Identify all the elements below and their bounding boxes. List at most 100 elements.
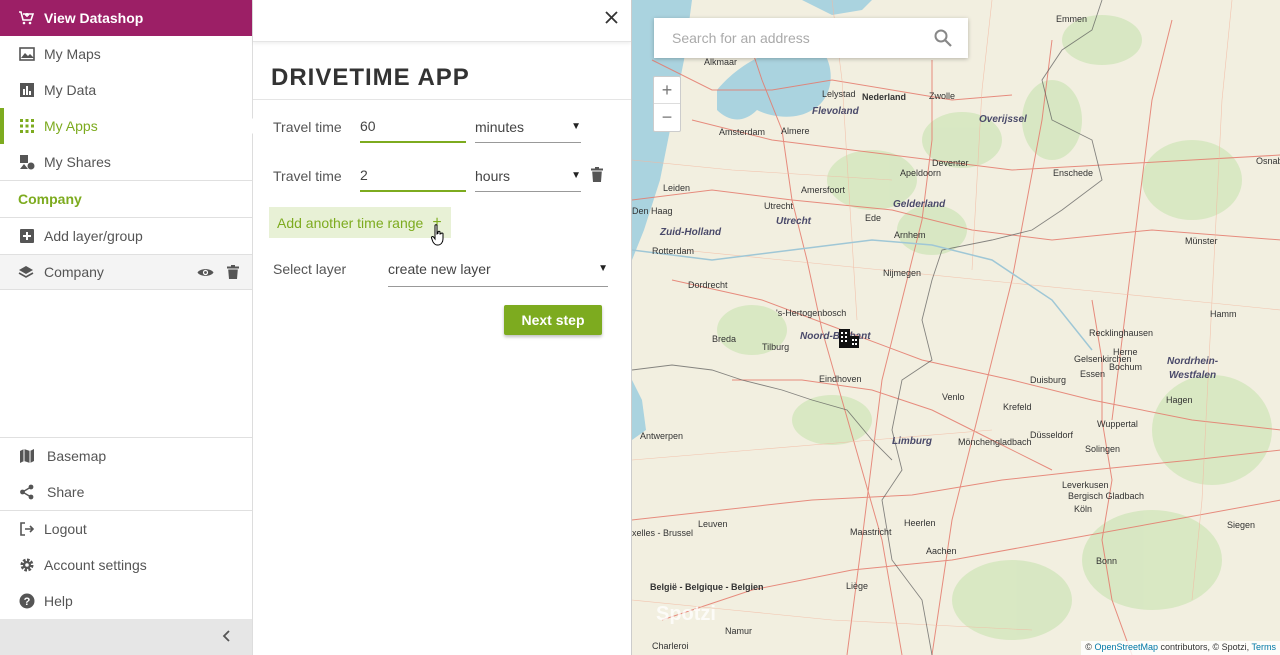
caret-down-icon: ▼ — [571, 121, 581, 132]
bar-chart-icon — [18, 81, 36, 99]
travel-time-row: Travel time minutes ▼ — [273, 111, 581, 143]
map-label: xelles - Brussel — [632, 528, 694, 538]
map-label: Leiden — [663, 183, 691, 193]
layer-select-value: create new layer — [388, 260, 491, 277]
map-label: Almere — [781, 126, 810, 136]
help-label: Help — [44, 593, 73, 609]
map-label: Amsterdam — [719, 127, 766, 137]
map-label: Zwolle — [929, 91, 956, 101]
layer-select[interactable]: create new layer ▼ — [388, 251, 608, 287]
add-layer-group-label: Add layer/group — [44, 228, 143, 244]
spotzi-watermark: Spotzi — [656, 603, 716, 625]
shares-icon — [18, 153, 36, 171]
map-label: Maastricht — [850, 527, 892, 537]
map-label: Münster — [1185, 236, 1218, 246]
select-layer-row: Select layer create new layer ▼ — [273, 251, 608, 287]
map-label: Utrecht — [764, 201, 794, 211]
delete-time-range-button[interactable] — [591, 167, 607, 185]
map-label: Osnabrü — [1256, 156, 1280, 166]
map-label: 's-Hertogenbosch — [776, 308, 847, 318]
map-label: Eindhoven — [819, 374, 862, 384]
next-step-button[interactable]: Next step — [504, 305, 602, 335]
map-label: Westfalen — [1169, 370, 1217, 381]
map-background — [632, 0, 1280, 655]
map-label: Den Haag — [632, 206, 673, 216]
layer-row-company[interactable]: Company — [0, 254, 252, 290]
travel-time-input[interactable] — [360, 111, 466, 143]
logout-button[interactable]: Logout — [0, 511, 252, 547]
eye-icon[interactable] — [196, 263, 214, 281]
trash-icon[interactable] — [224, 263, 242, 281]
nav-my-apps[interactable]: My Apps — [0, 108, 253, 144]
select-layer-label: Select layer — [273, 261, 347, 277]
add-time-range-button[interactable]: Add another time range + — [269, 207, 451, 238]
zoom-control: + − — [653, 76, 681, 132]
map-label: Bonn — [1096, 556, 1118, 566]
logout-icon — [18, 520, 36, 538]
building-marker-icon[interactable] — [838, 327, 860, 349]
trash-icon — [591, 167, 603, 182]
search-icon[interactable] — [934, 29, 956, 47]
time-unit-select[interactable]: minutes ▼ — [475, 111, 581, 143]
logout-label: Logout — [44, 521, 87, 537]
map-label: Utrecht — [776, 216, 812, 227]
drivetime-panel: DRIVETIME APP Travel time minutes ▼ Trav… — [253, 0, 631, 655]
map-label: Heerlen — [904, 518, 936, 528]
travel-time-label: Travel time — [273, 168, 342, 184]
basemap-button[interactable]: Basemap — [0, 438, 252, 474]
map-label: Ede — [865, 213, 882, 223]
map-label: Aachen — [926, 546, 957, 556]
travel-time-input[interactable] — [360, 160, 466, 192]
map-attribution: © OpenStreetMap contributors, © Spotzi, … — [1081, 641, 1280, 655]
map-label: Bergisch Gladbach — [1068, 491, 1145, 501]
add-layer-group-button[interactable]: Add layer/group — [0, 218, 252, 254]
close-panel-button[interactable] — [601, 9, 621, 29]
apps-grid-icon — [18, 117, 36, 135]
map-label: Deventer — [932, 158, 969, 168]
osm-link[interactable]: OpenStreetMap — [1094, 642, 1158, 652]
share-label: Share — [47, 484, 85, 500]
map-label: Amersfoort — [801, 185, 846, 195]
map-view[interactable]: Emmen Alkmaar Lelystad Nederland Zwolle … — [631, 0, 1280, 655]
address-search — [654, 18, 968, 58]
layers-icon — [18, 263, 36, 281]
nav-my-maps[interactable]: My Maps — [0, 36, 252, 72]
zoom-out-button[interactable]: − — [654, 104, 680, 131]
caret-down-icon: ▼ — [571, 170, 581, 181]
map-label: Köln — [1074, 504, 1093, 514]
group-title: Company — [18, 191, 82, 207]
add-time-range-label: Add another time range — [277, 214, 424, 231]
map-label: Bochum — [1109, 362, 1143, 372]
nav-my-shares[interactable]: My Shares — [0, 144, 252, 180]
maps-icon — [18, 45, 36, 63]
account-settings-label: Account settings — [44, 557, 147, 573]
travel-time-label: Travel time — [273, 119, 342, 135]
map-label: Enschede — [1053, 168, 1094, 178]
time-unit-value: hours — [475, 167, 511, 184]
map-label: Rotterdam — [652, 246, 695, 256]
share-icon — [18, 483, 36, 501]
search-input[interactable] — [672, 30, 934, 46]
view-datashop-button[interactable]: View Datashop — [0, 0, 252, 36]
nav-my-data-label: My Data — [44, 82, 97, 98]
help-button[interactable]: ? Help — [0, 583, 252, 619]
nav-my-data[interactable]: My Data — [0, 72, 252, 108]
plus-icon: + — [432, 213, 442, 231]
map-label: Hamm — [1210, 309, 1237, 319]
zoom-in-button[interactable]: + — [654, 77, 680, 104]
account-settings-button[interactable]: Account settings — [0, 547, 252, 583]
layer-name: Company — [44, 264, 104, 280]
map-label: Duisburg — [1030, 375, 1067, 385]
map-label: Alkmaar — [704, 57, 738, 67]
collapse-sidebar-button[interactable] — [0, 619, 252, 655]
map-label: Venlo — [942, 392, 965, 402]
map-label: Hagen — [1166, 395, 1193, 405]
map-label: Lelystad — [822, 89, 856, 99]
map-label: Zuid-Holland — [660, 227, 722, 238]
terms-link[interactable]: Terms — [1252, 642, 1277, 652]
map-label: Recklinghausen — [1089, 328, 1154, 338]
gear-icon — [18, 556, 36, 574]
time-unit-select[interactable]: hours ▼ — [475, 160, 581, 192]
share-button[interactable]: Share — [0, 474, 252, 510]
map-label: Wuppertal — [1097, 419, 1138, 429]
